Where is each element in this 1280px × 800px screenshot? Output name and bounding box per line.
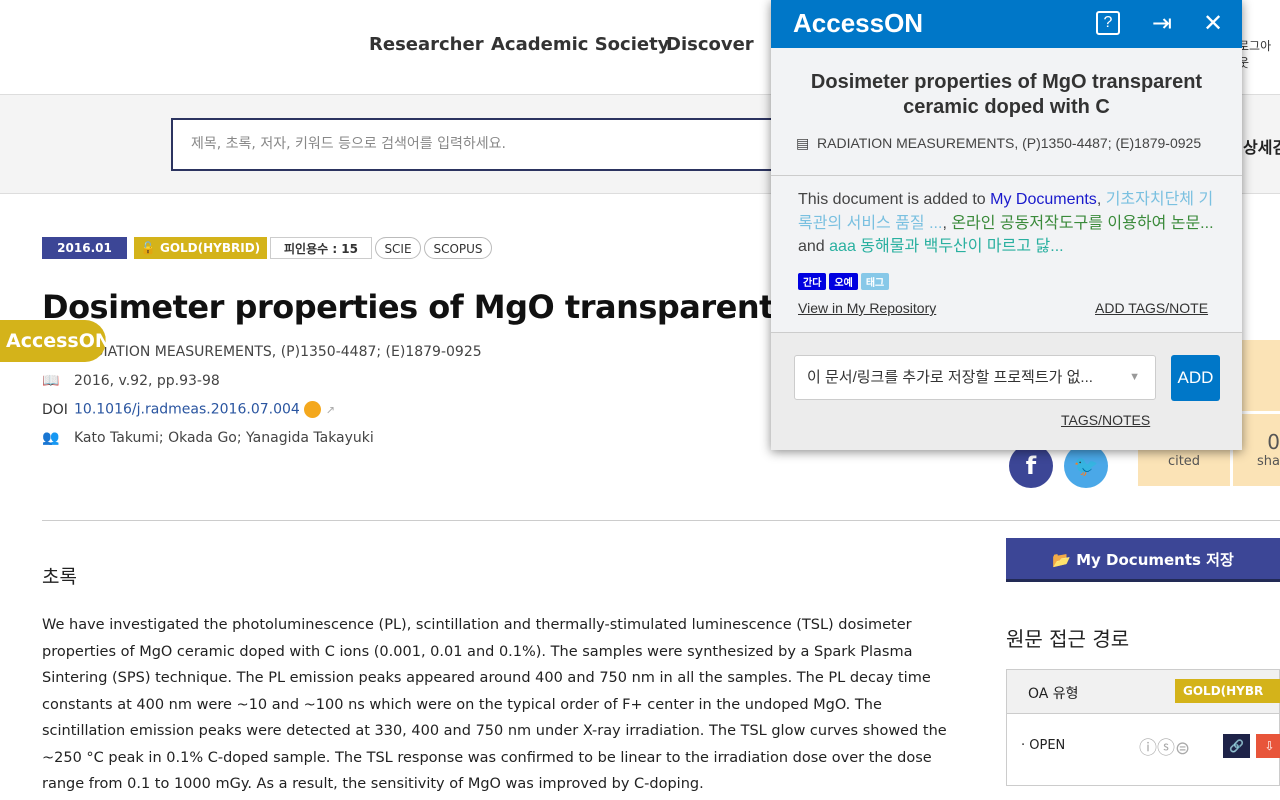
help-icon[interactable]: ?: [1096, 11, 1120, 35]
divider: [771, 175, 1242, 176]
add-tags-note-link[interactable]: ADD TAGS/NOTE: [1095, 300, 1208, 316]
oa-type-badge: GOLD(HYBR: [1175, 679, 1280, 703]
index-badge-scie: SCIE: [375, 237, 421, 259]
date-badge: 2016.01: [42, 237, 127, 259]
abstract-heading: 초록: [42, 566, 77, 588]
access-heading: 원문 접근 경로: [1006, 627, 1130, 651]
stat-label: cited: [1167, 454, 1201, 469]
citation-badge: 피인용수 : 15: [270, 237, 372, 259]
project-link[interactable]: aaa 동해물과 백두산이 마르고 닳...: [829, 238, 1063, 255]
cc-license-icons: ⓘⓢ⊜: [1139, 738, 1191, 759]
doi-icon: [304, 401, 322, 418]
project-section: 이 문서/링크를 추가로 저장할 프로젝트가 없... ▼ ADD TAGS/NO…: [771, 332, 1242, 450]
article-title: Dosimeter properties of MgO transparent …: [42, 288, 861, 326]
open-label: · OPEN: [1021, 738, 1066, 753]
accesson-floating-badge[interactable]: AccessON: [0, 320, 111, 362]
project-link[interactable]: 온라인 공동저작도구를 이용하여 논문...: [951, 215, 1213, 232]
logout-icon[interactable]: ⇥: [1152, 10, 1172, 38]
tag[interactable]: 오예: [829, 273, 858, 290]
detail-search-link[interactable]: 상세검: [1243, 134, 1280, 158]
access-table: OA 유형 GOLD(HYBR · OPEN ⓘⓢ⊜ 🔗 ⇩: [1006, 669, 1280, 786]
divider: [42, 520, 1280, 521]
added-info: This document is added to My Documents, …: [798, 191, 1214, 255]
facebook-share-icon[interactable]: f: [1009, 444, 1053, 488]
external-link-icon[interactable]: ↗: [326, 404, 335, 417]
logout-link[interactable]: 로그아웃: [1238, 37, 1280, 71]
abstract-text: We have investigated the photoluminescen…: [42, 617, 947, 792]
popup-title: Dosimeter properties of MgO transparent …: [810, 71, 1203, 118]
nav-discover[interactable]: Discover: [666, 34, 754, 55]
authors-line: 👥 Kato Takumi; Okada Go; Yanagida Takayuk…: [42, 430, 374, 446]
search-input[interactable]: 제목, 초록, 저자, 키워드 등으로 검색어를 입력하세요.: [171, 118, 781, 171]
my-documents-link[interactable]: My Documents: [990, 191, 1097, 208]
nav-academic-society[interactable]: Academic Society: [491, 34, 669, 55]
save-button-label: My Documents 저장: [1076, 551, 1234, 569]
twitter-share-icon[interactable]: 🐦: [1064, 444, 1108, 488]
doi-label: DOI: [42, 401, 68, 418]
view-repository-link[interactable]: View in My Repository: [798, 300, 936, 316]
stat-label: sha: [1257, 454, 1280, 469]
close-icon[interactable]: ✕: [1203, 10, 1223, 38]
popup-journal-line: ▤ RADIATION MEASUREMENTS, (P)1350-4487; …: [796, 135, 1201, 152]
authors-icon: 👥: [42, 430, 60, 446]
project-select-value: 이 문서/링크를 추가로 저장할 프로젝트가 없...: [807, 369, 1093, 386]
nav-researcher[interactable]: Researcher: [369, 34, 484, 55]
chevron-down-icon: ▼: [1129, 371, 1140, 383]
doi-link[interactable]: 10.1016/j.radmeas.2016.07.004: [74, 402, 300, 418]
doi-line: DOI 10.1016/j.radmeas.2016.07.004 ↗: [42, 401, 335, 418]
book-icon: 📖: [42, 373, 60, 389]
accesson-popup: AccessON ? ⇥ ✕ Dosimeter properties of M…: [771, 0, 1242, 450]
accesson-logo: AccessON: [793, 8, 924, 38]
stat-value: 0: [1267, 430, 1280, 454]
oa-badge-label: GOLD(HYBRID): [159, 241, 261, 255]
popup-header: AccessON ? ⇥ ✕: [771, 0, 1242, 48]
add-button[interactable]: ADD: [1171, 355, 1220, 401]
journal-icon: ▤: [796, 135, 810, 151]
tag[interactable]: 태그: [860, 273, 890, 290]
oa-badge: 🔓 GOLD(HYBRID): [134, 237, 267, 259]
project-select[interactable]: 이 문서/링크를 추가로 저장할 프로젝트가 없... ▼: [794, 355, 1156, 400]
oa-type-label: OA 유형: [1028, 686, 1079, 702]
volume-line: 📖 2016, v.92, pp.93-98: [42, 373, 220, 389]
tags-notes-link[interactable]: TAGS/NOTES: [1061, 412, 1150, 428]
added-prefix: This document is added to: [798, 191, 991, 208]
link-icon[interactable]: 🔗: [1223, 734, 1250, 758]
tag-list: 간다 오예 태그: [798, 273, 892, 291]
index-badge-scopus: SCOPUS: [424, 237, 492, 259]
tag[interactable]: 간다: [798, 273, 827, 290]
save-my-documents-button[interactable]: 📂 My Documents 저장: [1006, 538, 1280, 582]
and-text: and: [798, 238, 830, 255]
authors-text: Kato Takumi; Okada Go; Yanagida Takayuki: [74, 430, 374, 446]
folder-icon: 📂: [1052, 551, 1071, 569]
volume-text: 2016, v.92, pp.93-98: [74, 373, 220, 389]
journal-name: RADIATION MEASUREMENTS, (P)1350-4487; (E…: [74, 344, 482, 360]
download-icon[interactable]: ⇩: [1256, 734, 1280, 758]
popup-journal: RADIATION MEASUREMENTS, (P)1350-4487; (E…: [817, 135, 1202, 151]
